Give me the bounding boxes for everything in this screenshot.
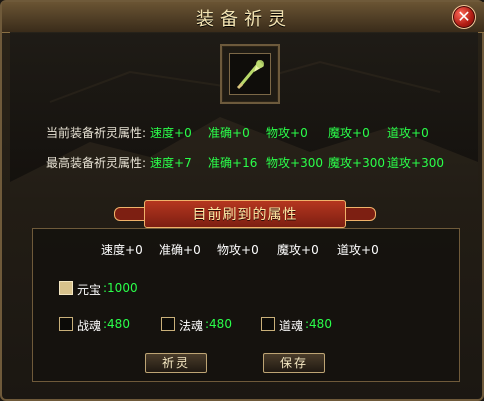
max-attr-label: 最高装备祈灵属性: xyxy=(46,156,147,170)
fahun-checkbox[interactable] xyxy=(161,317,175,331)
game-window: 装备祈灵 ✕ 当前装备祈灵属性: 最高装备祈灵属性: 速度+0 准确+0 物攻+… xyxy=(0,0,484,401)
daohun-value: :480 xyxy=(305,317,332,331)
close-icon: ✕ xyxy=(457,7,471,26)
equipment-panel: 当前装备祈灵属性: 最高装备祈灵属性: 速度+0 准确+0 物攻+0 魔攻+0 … xyxy=(10,32,478,197)
refresh-attr-physical-attack: 物攻+0 xyxy=(217,243,259,257)
staff-icon xyxy=(230,54,270,94)
current-attr-physical-attack: 物攻+0 xyxy=(266,126,308,140)
current-attr-speed: 速度+0 xyxy=(150,126,192,140)
max-attr-accuracy: 准确+16 xyxy=(208,156,258,170)
current-attr-tao-attack: 道攻+0 xyxy=(387,126,429,140)
refresh-attr-speed: 速度+0 xyxy=(101,243,143,257)
current-attr-magic-attack: 魔攻+0 xyxy=(328,126,370,140)
fahun-value: :480 xyxy=(205,317,232,331)
refresh-attr-magic-attack: 魔攻+0 xyxy=(277,243,319,257)
refresh-header-title: 目前刷到的属性 xyxy=(192,207,298,223)
qiling-button[interactable]: 祈灵 xyxy=(145,353,207,373)
equipment-slot-inner xyxy=(229,53,271,95)
yuanbao-checkbox[interactable] xyxy=(59,281,73,295)
yuanbao-label: 元宝 xyxy=(77,283,102,297)
title-bar: 装备祈灵 ✕ xyxy=(2,2,484,33)
max-attr-tao-attack: 道攻+300 xyxy=(387,156,444,170)
window-title: 装备祈灵 xyxy=(196,9,292,30)
current-attr-accuracy: 准确+0 xyxy=(208,126,250,140)
zhanhun-label: 战魂 xyxy=(77,319,102,333)
refresh-attr-accuracy: 准确+0 xyxy=(159,243,201,257)
max-attr-physical-attack: 物攻+300 xyxy=(266,156,323,170)
save-button[interactable]: 保存 xyxy=(263,353,325,373)
close-button[interactable]: ✕ xyxy=(452,5,476,29)
yuanbao-value: :1000 xyxy=(103,281,138,295)
zhanhun-checkbox[interactable] xyxy=(59,317,73,331)
max-attr-speed: 速度+7 xyxy=(150,156,192,170)
daohun-checkbox[interactable] xyxy=(261,317,275,331)
refresh-header-banner: 目前刷到的属性 xyxy=(144,200,346,228)
equipment-slot[interactable] xyxy=(220,44,280,104)
zhanhun-value: :480 xyxy=(103,317,130,331)
current-attr-label: 当前装备祈灵属性: xyxy=(46,126,147,140)
refresh-attr-tao-attack: 道攻+0 xyxy=(337,243,379,257)
max-attr-magic-attack: 魔攻+300 xyxy=(328,156,385,170)
fahun-label: 法魂 xyxy=(179,319,204,333)
refresh-panel: 速度+0 准确+0 物攻+0 魔攻+0 道攻+0 元宝 :1000 战魂 :48… xyxy=(32,228,460,382)
daohun-label: 道魂 xyxy=(279,319,304,333)
